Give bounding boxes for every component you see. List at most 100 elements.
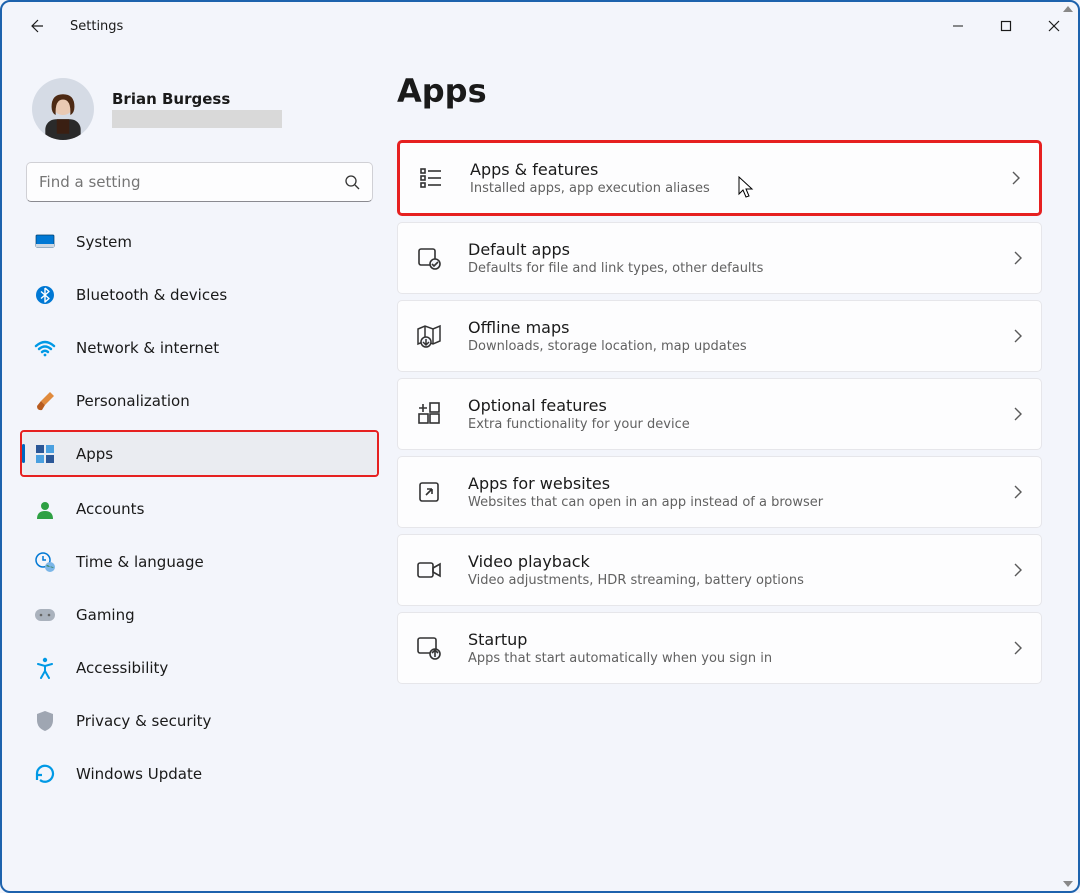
card-title: Optional features — [468, 396, 1013, 415]
card-subtitle: Extra functionality for your device — [468, 417, 1013, 432]
person-icon — [34, 498, 56, 520]
card-optional-features[interactable]: Optional features Extra functionality fo… — [397, 378, 1042, 450]
startup-icon — [416, 635, 442, 661]
card-subtitle: Websites that can open in an app instead… — [468, 495, 1013, 510]
search-icon — [344, 174, 360, 190]
card-texts: Offline maps Downloads, storage location… — [468, 318, 1013, 354]
card-subtitle: Defaults for file and link types, other … — [468, 261, 1013, 276]
sidebar-item-label: Privacy & security — [76, 712, 211, 730]
sidebar-item-label: Network & internet — [76, 339, 219, 357]
chevron-right-icon — [1013, 328, 1023, 344]
sidebar-item-label: Personalization — [76, 392, 190, 410]
apps-features-icon — [418, 165, 444, 191]
minimize-button[interactable] — [934, 6, 982, 46]
highlight-apps-nav: Apps — [20, 430, 379, 477]
highlight-apps-features: Apps & features Installed apps, app exec… — [397, 140, 1042, 216]
card-subtitle: Downloads, storage location, map updates — [468, 339, 1013, 354]
sidebar-nav: System Bluetooth & devices Network & int… — [22, 220, 377, 805]
system-icon — [34, 231, 56, 253]
card-subtitle: Apps that start automatically when you s… — [468, 651, 1013, 666]
window-controls — [934, 6, 1078, 46]
sidebar-item-label: Windows Update — [76, 765, 202, 783]
sidebar-item-time[interactable]: Time & language — [22, 540, 377, 583]
sidebar-item-bluetooth[interactable]: Bluetooth & devices — [22, 273, 377, 316]
chevron-right-icon — [1013, 640, 1023, 656]
card-offline-maps[interactable]: Offline maps Downloads, storage location… — [397, 300, 1042, 372]
card-texts: Startup Apps that start automatically wh… — [468, 630, 1013, 666]
sidebar-item-apps[interactable]: Apps — [22, 432, 377, 475]
paintbrush-icon — [34, 390, 56, 412]
card-title: Apps & features — [470, 160, 1011, 179]
chevron-right-icon — [1013, 484, 1023, 500]
gamepad-icon — [34, 604, 56, 626]
card-video-playback[interactable]: Video playback Video adjustments, HDR st… — [397, 534, 1042, 606]
profile-email-redacted — [112, 110, 282, 128]
sidebar-item-gaming[interactable]: Gaming — [22, 593, 377, 636]
card-title: Offline maps — [468, 318, 1013, 337]
body: Brian Burgess System Bluetooth & devices — [2, 50, 1078, 891]
search-box[interactable] — [26, 162, 373, 202]
apps-icon — [34, 443, 56, 465]
sidebar-item-label: Time & language — [76, 553, 204, 571]
sidebar-item-update[interactable]: Windows Update — [22, 752, 377, 795]
titlebar: Settings — [2, 2, 1078, 50]
card-apps-features[interactable]: Apps & features Installed apps, app exec… — [400, 143, 1039, 213]
update-icon — [34, 763, 56, 785]
profile-name: Brian Burgess — [112, 90, 282, 108]
chevron-right-icon — [1013, 250, 1023, 266]
card-list: Apps & features Installed apps, app exec… — [397, 140, 1042, 684]
optional-features-icon — [416, 401, 442, 427]
card-apps-websites[interactable]: Apps for websites Websites that can open… — [397, 456, 1042, 528]
card-title: Default apps — [468, 240, 1013, 259]
search-input[interactable] — [39, 173, 344, 191]
sidebar-item-network[interactable]: Network & internet — [22, 326, 377, 369]
accessibility-icon — [34, 657, 56, 679]
card-startup[interactable]: Startup Apps that start automatically wh… — [397, 612, 1042, 684]
scrollbar[interactable] — [1060, 50, 1076, 891]
scroll-down-icon[interactable] — [1063, 881, 1073, 887]
page-heading: Apps — [397, 72, 1042, 110]
card-texts: Apps for websites Websites that can open… — [468, 474, 1013, 510]
card-subtitle: Installed apps, app execution aliases — [470, 181, 1011, 196]
card-texts: Video playback Video adjustments, HDR st… — [468, 552, 1013, 588]
back-button[interactable] — [26, 16, 46, 36]
settings-window: Settings Brian Burgess — [0, 0, 1080, 893]
profile-texts: Brian Burgess — [112, 90, 282, 128]
sidebar-item-label: Accessibility — [76, 659, 168, 677]
chevron-right-icon — [1011, 170, 1021, 186]
profile-section[interactable]: Brian Burgess — [22, 68, 377, 158]
window-title: Settings — [70, 19, 123, 34]
card-title: Video playback — [468, 552, 1013, 571]
clock-globe-icon — [34, 551, 56, 573]
chevron-right-icon — [1013, 406, 1023, 422]
sidebar-item-personalization[interactable]: Personalization — [22, 379, 377, 422]
main-content: Apps Apps & features Installed apps, app… — [387, 50, 1078, 891]
sidebar-item-label: Accounts — [76, 500, 144, 518]
sidebar-item-accessibility[interactable]: Accessibility — [22, 646, 377, 689]
sidebar: Brian Burgess System Bluetooth & devices — [2, 50, 387, 891]
sidebar-item-label: Bluetooth & devices — [76, 286, 227, 304]
card-texts: Default apps Defaults for file and link … — [468, 240, 1013, 276]
sidebar-item-label: Apps — [76, 445, 113, 463]
avatar — [32, 78, 94, 140]
sidebar-item-system[interactable]: System — [22, 220, 377, 263]
card-texts: Optional features Extra functionality fo… — [468, 396, 1013, 432]
wifi-icon — [34, 337, 56, 359]
shield-icon — [34, 710, 56, 732]
chevron-right-icon — [1013, 562, 1023, 578]
bluetooth-icon — [34, 284, 56, 306]
card-default-apps[interactable]: Default apps Defaults for file and link … — [397, 222, 1042, 294]
sidebar-item-label: System — [76, 233, 132, 251]
card-subtitle: Video adjustments, HDR streaming, batter… — [468, 573, 1013, 588]
map-icon — [416, 323, 442, 349]
sidebar-item-accounts[interactable]: Accounts — [22, 487, 377, 530]
sidebar-item-label: Gaming — [76, 606, 135, 624]
card-title: Apps for websites — [468, 474, 1013, 493]
card-title: Startup — [468, 630, 1013, 649]
open-external-icon — [416, 479, 442, 505]
card-texts: Apps & features Installed apps, app exec… — [470, 160, 1011, 196]
video-icon — [416, 557, 442, 583]
sidebar-item-privacy[interactable]: Privacy & security — [22, 699, 377, 742]
default-apps-icon — [416, 245, 442, 271]
maximize-button[interactable] — [982, 6, 1030, 46]
